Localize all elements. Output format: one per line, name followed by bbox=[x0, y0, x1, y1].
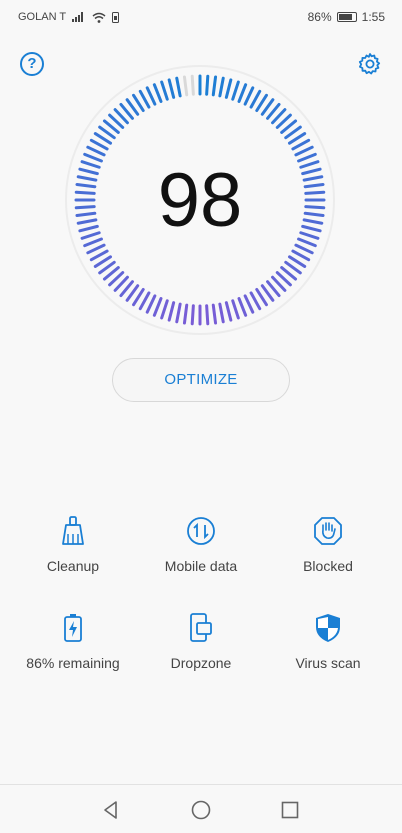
gauge-tick bbox=[291, 138, 311, 151]
gauge-tick bbox=[152, 83, 163, 103]
gauge-tick bbox=[89, 249, 109, 262]
gauge-tick bbox=[160, 80, 169, 101]
gauge-tick bbox=[86, 243, 106, 255]
dropzone-icon bbox=[190, 613, 212, 642]
gauge-tick bbox=[167, 78, 176, 99]
gauge-tick bbox=[167, 301, 176, 322]
carrier-name: GOLAN T bbox=[18, 11, 67, 23]
battery-icon bbox=[64, 614, 82, 642]
gauge-tick bbox=[182, 303, 189, 325]
tile-mobile-data-label: Mobile data bbox=[164, 558, 238, 574]
recents-icon[interactable] bbox=[279, 799, 301, 821]
blocked-hand-icon bbox=[314, 517, 342, 545]
help-icon[interactable]: ? bbox=[20, 52, 44, 76]
navigation-bar bbox=[0, 784, 402, 833]
tile-blocked-label: Blocked bbox=[303, 558, 353, 574]
battery-percent: 86% bbox=[307, 10, 332, 24]
gauge-tick bbox=[218, 76, 225, 98]
tile-blocked[interactable]: Blocked bbox=[263, 516, 393, 596]
gauge-tick bbox=[218, 302, 225, 324]
gauge-tick bbox=[138, 291, 151, 311]
optimize-button[interactable]: OPTIMIZE bbox=[112, 358, 290, 402]
tile-cleanup-label: Cleanup bbox=[46, 558, 100, 574]
battery-status-icon bbox=[336, 12, 357, 22]
wifi-icon bbox=[92, 12, 106, 23]
gauge-tick bbox=[224, 301, 233, 322]
shield-icon bbox=[316, 614, 340, 642]
tile-dropzone-label: Dropzone bbox=[170, 655, 232, 671]
data-transfer-icon bbox=[187, 517, 215, 545]
gauge-tick bbox=[291, 249, 311, 262]
gauge-tick bbox=[237, 297, 248, 317]
gauge-tick bbox=[175, 76, 182, 98]
gauge-tick bbox=[145, 294, 157, 314]
gauge-tick bbox=[231, 80, 240, 101]
gauge-tick bbox=[243, 294, 255, 314]
tile-battery-label: 86% remaining bbox=[26, 655, 120, 671]
gauge-tick bbox=[237, 83, 248, 103]
home-icon[interactable] bbox=[190, 799, 212, 821]
gauge-tick bbox=[86, 145, 106, 157]
broom-icon bbox=[62, 516, 84, 545]
gauge-tick bbox=[175, 302, 182, 324]
gauge-tick bbox=[294, 145, 314, 157]
gauge-tick bbox=[145, 86, 157, 106]
gauge-tick bbox=[211, 303, 218, 325]
sim-icon bbox=[112, 11, 120, 23]
tile-battery[interactable]: 86% remaining bbox=[8, 613, 138, 693]
gauge-tick bbox=[243, 86, 255, 106]
score-value: 98 bbox=[157, 158, 243, 243]
gauge-tick bbox=[190, 74, 195, 96]
signal-icon bbox=[72, 12, 84, 22]
gauge-tick bbox=[294, 243, 314, 255]
gauge-tick bbox=[152, 297, 163, 317]
tile-virus-scan[interactable]: Virus scan bbox=[263, 613, 393, 693]
gauge-tick bbox=[89, 138, 109, 151]
status-right: 86% 1:55 bbox=[308, 10, 385, 24]
clock: 1:55 bbox=[361, 10, 385, 24]
gauge-tick bbox=[231, 299, 240, 320]
gauge-tick bbox=[211, 75, 218, 97]
gauge-tick bbox=[138, 89, 151, 109]
gauge-tick bbox=[224, 78, 233, 99]
tile-virus-scan-label: Virus scan bbox=[295, 655, 361, 671]
gauge-tick bbox=[249, 291, 262, 311]
status-left: GOLAN T bbox=[18, 11, 120, 23]
gauge-tick bbox=[190, 304, 195, 326]
gauge-tick bbox=[249, 89, 262, 109]
settings-icon[interactable] bbox=[358, 52, 382, 76]
status-bar: GOLAN T 86% 1:55 bbox=[0, 0, 402, 34]
tile-cleanup[interactable]: Cleanup bbox=[8, 516, 138, 596]
gauge-tick bbox=[205, 304, 210, 326]
gauge-tick bbox=[205, 74, 210, 96]
gauge-tick bbox=[160, 299, 169, 320]
tile-dropzone[interactable]: Dropzone bbox=[136, 613, 266, 693]
gauge-tick bbox=[182, 75, 189, 97]
tile-mobile-data[interactable]: Mobile data bbox=[136, 516, 266, 596]
back-icon[interactable] bbox=[100, 799, 122, 821]
